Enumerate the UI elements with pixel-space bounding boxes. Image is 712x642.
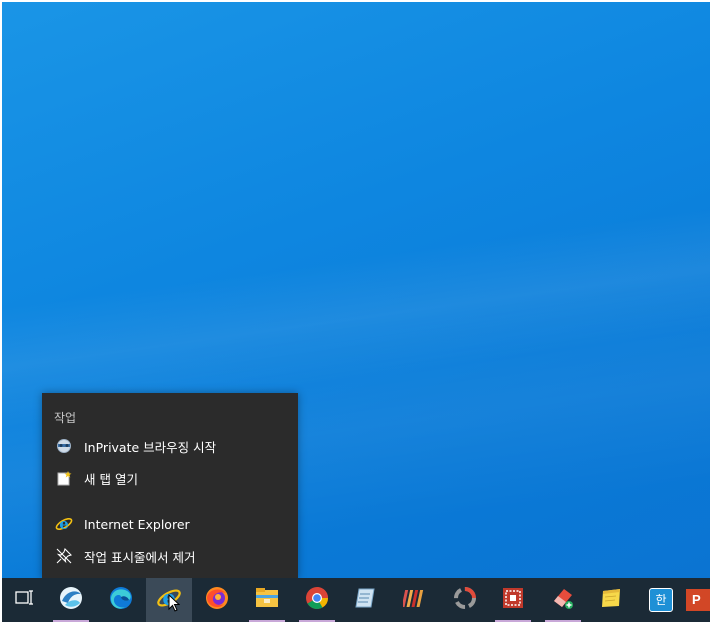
chrome-icon — [304, 585, 330, 615]
taskbar-app-file-explorer[interactable] — [244, 578, 290, 622]
jump-list: 작업 InPrivate 브라우징 시작 새 탭 열기 e Internet E… — [42, 393, 298, 579]
internet-explorer-icon: e — [55, 515, 73, 533]
jump-list-item-label: InPrivate 브라우징 시작 — [84, 439, 217, 455]
notepad-app-icon — [353, 586, 377, 614]
unpin-icon — [55, 547, 73, 565]
red-grid-app-icon — [501, 586, 525, 614]
stripes-app-icon — [401, 586, 427, 614]
new-tab-icon — [55, 469, 73, 487]
edge-icon — [108, 585, 134, 615]
jump-list-header: 작업 — [54, 411, 77, 425]
task-view-button[interactable] — [2, 578, 48, 622]
taskbar-app-notepad[interactable] — [342, 578, 388, 622]
screen-bottom-edge — [0, 622, 712, 642]
taskbar-app-swirl[interactable] — [48, 578, 94, 622]
taskbar-app-red-grid[interactable] — [490, 578, 536, 622]
svg-text:e: e — [59, 515, 69, 533]
mouse-cursor-icon — [168, 593, 181, 616]
powerpoint-icon: P — [686, 589, 710, 611]
taskbar-app-eraser[interactable] — [540, 578, 586, 622]
jump-list-item-label: 새 탭 열기 — [84, 471, 138, 487]
taskbar-app-edge[interactable] — [98, 578, 144, 622]
file-explorer-icon — [254, 586, 280, 614]
taskbar-app-sticky-notes[interactable] — [588, 578, 634, 622]
taskbar: e — [2, 578, 710, 622]
swirl-app-icon — [58, 585, 84, 615]
jump-list-item-label: 작업 표시줄에서 제거 — [84, 549, 196, 565]
hangul-ime-icon: 한 — [649, 588, 673, 612]
jump-list-item-internet-explorer[interactable]: e Internet Explorer — [42, 509, 298, 539]
taskbar-app-firefox[interactable] — [194, 578, 240, 622]
task-view-icon — [15, 589, 35, 611]
taskbar-app-gear[interactable] — [442, 578, 488, 622]
taskbar-app-hangul[interactable]: 한 — [638, 578, 684, 622]
jump-list-item-unpin[interactable]: 작업 표시줄에서 제거 — [42, 541, 298, 571]
taskbar-app-stripes[interactable] — [392, 578, 438, 622]
jump-list-item-label: Internet Explorer — [84, 516, 190, 532]
jump-list-item-inprivate[interactable]: InPrivate 브라우징 시작 — [42, 431, 298, 461]
sticky-notes-icon — [599, 586, 623, 614]
inprivate-icon — [55, 437, 73, 455]
taskbar-app-chrome[interactable] — [294, 578, 340, 622]
eraser-app-icon — [550, 585, 576, 615]
taskbar-app-powerpoint[interactable]: P — [686, 578, 710, 622]
firefox-icon — [204, 585, 230, 615]
jump-list-item-new-tab[interactable]: 새 탭 열기 — [42, 463, 298, 493]
gear-app-icon — [452, 585, 478, 615]
